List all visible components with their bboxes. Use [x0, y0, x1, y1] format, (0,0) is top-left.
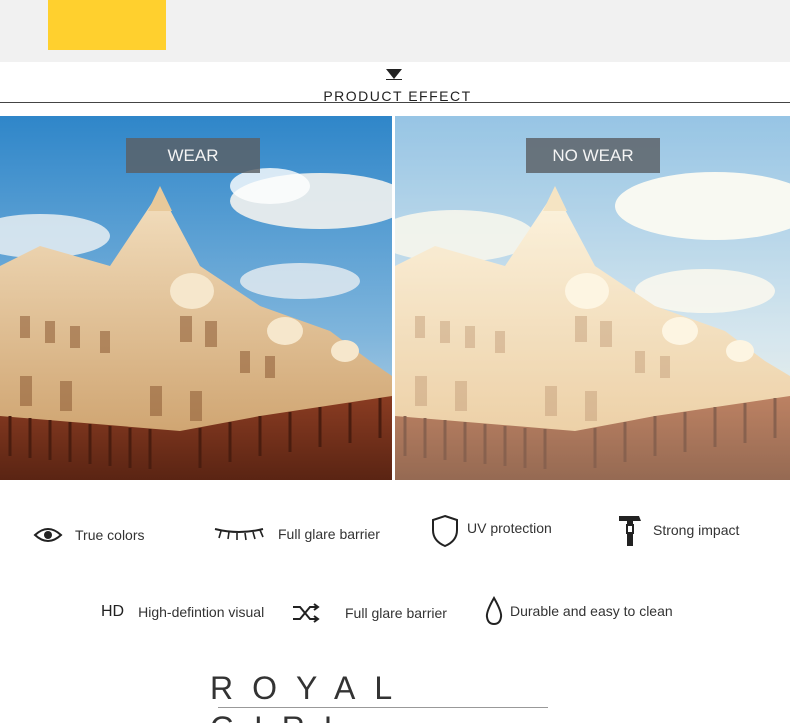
no-wear-photo: NO WEAR — [395, 116, 790, 480]
down-triangle-icon — [386, 69, 402, 79]
shield-icon — [431, 514, 459, 548]
top-band — [0, 0, 790, 62]
section-header: PRODUCT EFFECT — [0, 62, 790, 114]
feature-label: Full glare barrier — [345, 605, 447, 621]
wear-photo: WEAR — [0, 116, 392, 480]
brand-color-block — [48, 0, 166, 50]
feature-true-colors: True colors — [33, 524, 145, 546]
eye-icon — [33, 524, 63, 546]
hd-badge: HD — [101, 603, 125, 620]
feature-label: High-defintion visual — [138, 604, 265, 620]
feature-uv-protection: UV protection — [431, 514, 552, 548]
feature-label: UV protection — [467, 520, 552, 536]
shuffle-icon — [291, 603, 321, 623]
eyelash-icon — [213, 526, 265, 542]
no-wear-label: NO WEAR — [526, 138, 660, 173]
feature-label: Strong impact — [653, 522, 740, 538]
feature-label: Full glare barrier — [278, 526, 380, 542]
header-divider — [0, 102, 790, 103]
arrow-underline — [386, 79, 402, 80]
brand-logo: ROYAL GIRL — [210, 670, 410, 723]
hammer-icon — [617, 512, 643, 548]
feature-strong-impact: Strong impact — [617, 512, 739, 548]
feature-hd-visual: HD High-defintion visual — [101, 603, 264, 621]
wear-label: WEAR — [126, 138, 260, 173]
feature-label: Durable and easy to clean — [510, 603, 673, 619]
feature-full-glare-barrier: Full glare barrier — [213, 526, 380, 542]
feature-full-glare-barrier-2: Full glare barrier — [291, 603, 447, 623]
feature-durable: Durable and easy to clean — [484, 596, 673, 626]
logo-underline — [218, 707, 548, 708]
drop-icon — [484, 596, 504, 626]
feature-label: True colors — [75, 527, 145, 543]
